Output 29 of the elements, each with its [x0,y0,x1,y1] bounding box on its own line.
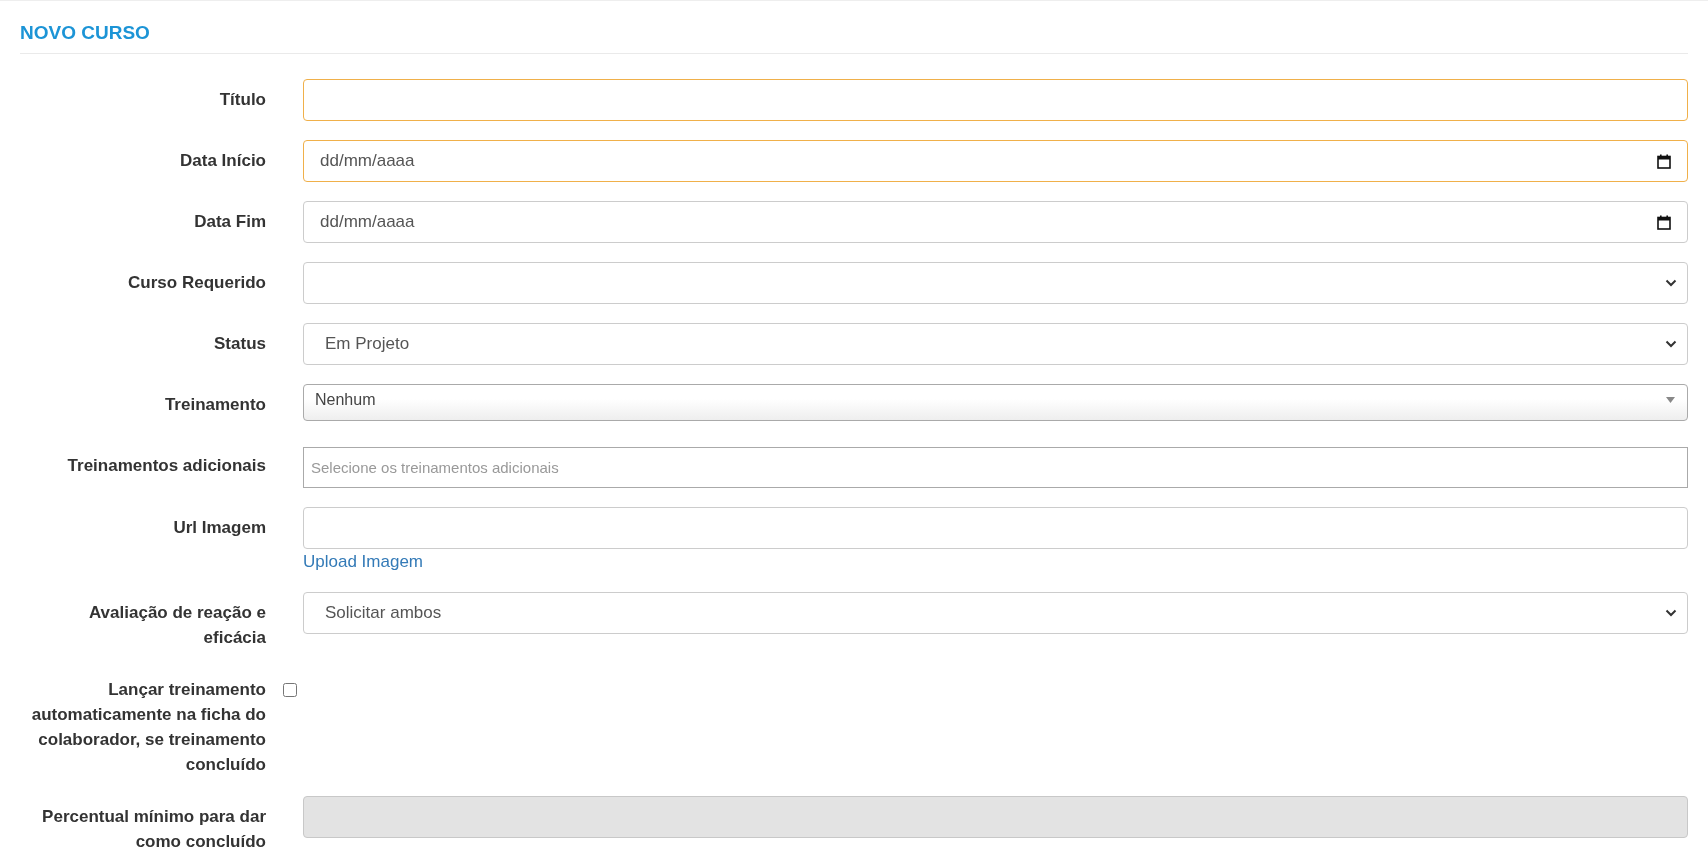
field-label: Avaliação de reação e eficácia [87,602,266,649]
date-field[interactable]: dd/mm/aaaa [303,201,1688,243]
field-label: Curso Requerido [127,272,266,294]
input-field[interactable] [303,79,1688,121]
calendar-icon[interactable] [1657,214,1671,230]
multi-select-field[interactable]: Selecione os treinamentos adicionais [303,447,1688,488]
select-field[interactable] [303,262,1688,304]
select-field[interactable]: Em Projeto [303,323,1688,365]
field-label: Data Início [179,150,266,172]
field-label: Percentual mínimo para dar como concluído [41,806,266,853]
combo-box[interactable]: Nenhum [303,384,1688,421]
field-label: Status [213,333,266,355]
caret-icon [1666,396,1675,403]
upload-link[interactable]: Upload Imagem [303,551,423,573]
field-label: Url Imagem [172,517,266,539]
field-label: Treinamentos adicionais [66,455,266,477]
input-field[interactable] [303,507,1688,549]
form-heading: NOVO CURSO [20,21,151,45]
field-label: Título [218,89,266,111]
chevron-down-icon [1665,609,1677,617]
checkbox[interactable] [283,683,297,697]
field-label: Data Fim [193,211,266,233]
field-label: Lançar treinamento automaticamente na ficha do colaborador, se treinamento concluído [30,679,266,776]
chevron-down-icon [1665,340,1677,348]
chevron-down-icon [1665,279,1677,287]
select-field[interactable]: Solicitar ambos [303,592,1688,634]
calendar-icon[interactable] [1657,153,1671,169]
date-field[interactable]: dd/mm/aaaa [303,140,1688,182]
field-label: Treinamento [163,394,266,416]
